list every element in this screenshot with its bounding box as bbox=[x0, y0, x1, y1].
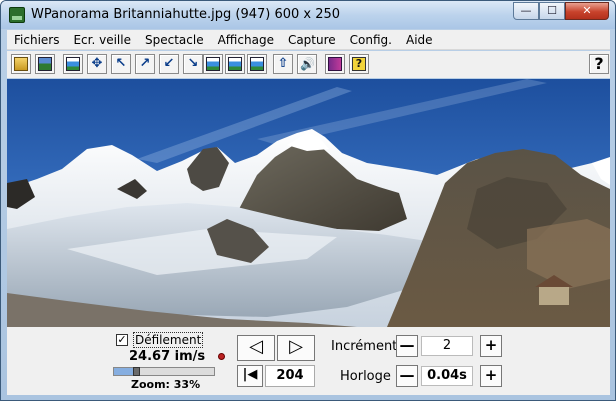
panorama-button[interactable] bbox=[203, 54, 223, 74]
up-left-button[interactable]: ↖ bbox=[111, 54, 131, 74]
arrow-down-right-icon: ↘ bbox=[187, 56, 199, 71]
speed-readout: 24.67 im/s bbox=[129, 349, 206, 364]
first-frame-button[interactable]: |◀ bbox=[237, 365, 263, 387]
control-panel: ✓ Défilement 24.67 im/s Zoom: 33% ◁ ▷ |◀… bbox=[7, 327, 610, 395]
menu-spectacle[interactable]: Spectacle bbox=[138, 30, 211, 50]
toolbar: ✥ ↖ ↗ ↙ ↘ ⇧ 🔊 ? ? bbox=[7, 51, 610, 78]
previous-button[interactable]: ◁ bbox=[237, 335, 275, 361]
page-button[interactable] bbox=[63, 54, 83, 74]
window-controls: — ☐ ✕ bbox=[513, 2, 609, 20]
scroll-label[interactable]: Défilement bbox=[133, 332, 204, 348]
help-book-icon: ? bbox=[352, 57, 366, 71]
panorama-blue-icon bbox=[228, 57, 242, 71]
upload-button[interactable]: ⇧ bbox=[273, 54, 293, 74]
panorama-icon bbox=[206, 57, 220, 71]
sound-button[interactable]: 🔊 bbox=[297, 54, 317, 74]
help-button[interactable]: ? bbox=[589, 54, 609, 74]
picture-button[interactable] bbox=[35, 54, 55, 74]
arrow-up-right-icon: ↗ bbox=[139, 56, 151, 71]
move-button[interactable]: ✥ bbox=[87, 54, 107, 74]
clock-minus-button[interactable]: — bbox=[396, 365, 418, 387]
record-icon[interactable] bbox=[218, 353, 225, 360]
help-book-button[interactable]: ? bbox=[349, 54, 369, 74]
frame-number: 204 bbox=[265, 365, 315, 387]
move-arrows-icon: ✥ bbox=[91, 56, 103, 71]
increment-plus-button[interactable]: + bbox=[480, 335, 502, 357]
book-icon bbox=[328, 57, 342, 71]
clock-label: Horloge bbox=[340, 369, 391, 384]
open-button[interactable] bbox=[11, 54, 31, 74]
britannia-hut bbox=[539, 285, 569, 305]
arrow-down-left-icon: ↙ bbox=[163, 56, 175, 71]
menu-bar: Fichiers Ecr. veille Spectacle Affichage… bbox=[7, 30, 610, 50]
clock-plus-button[interactable]: + bbox=[480, 365, 502, 387]
down-right-button[interactable]: ↘ bbox=[183, 54, 203, 74]
open-folder-icon bbox=[14, 57, 28, 71]
menu-affichage[interactable]: Affichage bbox=[211, 30, 281, 50]
speaker-icon: 🔊 bbox=[300, 57, 315, 71]
maximize-button[interactable]: ☐ bbox=[539, 2, 565, 20]
arrow-up-left-icon: ↖ bbox=[115, 56, 127, 71]
upload-icon: ⇧ bbox=[277, 56, 289, 71]
page-icon bbox=[66, 57, 80, 71]
panorama-small-button[interactable] bbox=[247, 54, 267, 74]
app-icon[interactable] bbox=[9, 7, 25, 23]
panorama-blue-button[interactable] bbox=[225, 54, 245, 74]
up-right-button[interactable]: ↗ bbox=[135, 54, 155, 74]
menu-capture[interactable]: Capture bbox=[281, 30, 343, 50]
panorama-image[interactable] bbox=[7, 79, 610, 327]
increment-label: Incrément bbox=[331, 339, 398, 354]
menu-aide[interactable]: Aide bbox=[399, 30, 440, 50]
picture-icon bbox=[38, 57, 52, 71]
increment-minus-button[interactable]: — bbox=[396, 335, 418, 357]
minimize-button[interactable]: — bbox=[513, 2, 539, 20]
slider-thumb[interactable] bbox=[133, 367, 140, 376]
scroll-checkbox[interactable]: ✓ bbox=[116, 334, 128, 346]
clock-value[interactable]: 0.04s bbox=[421, 366, 473, 386]
down-left-button[interactable]: ↙ bbox=[159, 54, 179, 74]
menu-config[interactable]: Config. bbox=[343, 30, 399, 50]
menu-fichiers[interactable]: Fichiers bbox=[7, 30, 66, 50]
book-button[interactable] bbox=[325, 54, 345, 74]
panorama-small-icon bbox=[250, 57, 264, 71]
title-bar[interactable]: WPanorama Britanniahutte.jpg (947) 600 x… bbox=[1, 1, 615, 29]
next-button[interactable]: ▷ bbox=[277, 335, 315, 361]
zoom-readout: Zoom: 33% bbox=[131, 378, 201, 391]
menu-ecr-veille[interactable]: Ecr. veille bbox=[66, 30, 138, 50]
zoom-slider[interactable] bbox=[113, 367, 215, 376]
mountain-panorama bbox=[7, 79, 610, 327]
window-title: WPanorama Britanniahutte.jpg (947) 600 x… bbox=[31, 7, 341, 22]
app-window: WPanorama Britanniahutte.jpg (947) 600 x… bbox=[0, 0, 616, 401]
increment-value[interactable]: 2 bbox=[421, 336, 473, 356]
close-button[interactable]: ✕ bbox=[565, 2, 609, 20]
